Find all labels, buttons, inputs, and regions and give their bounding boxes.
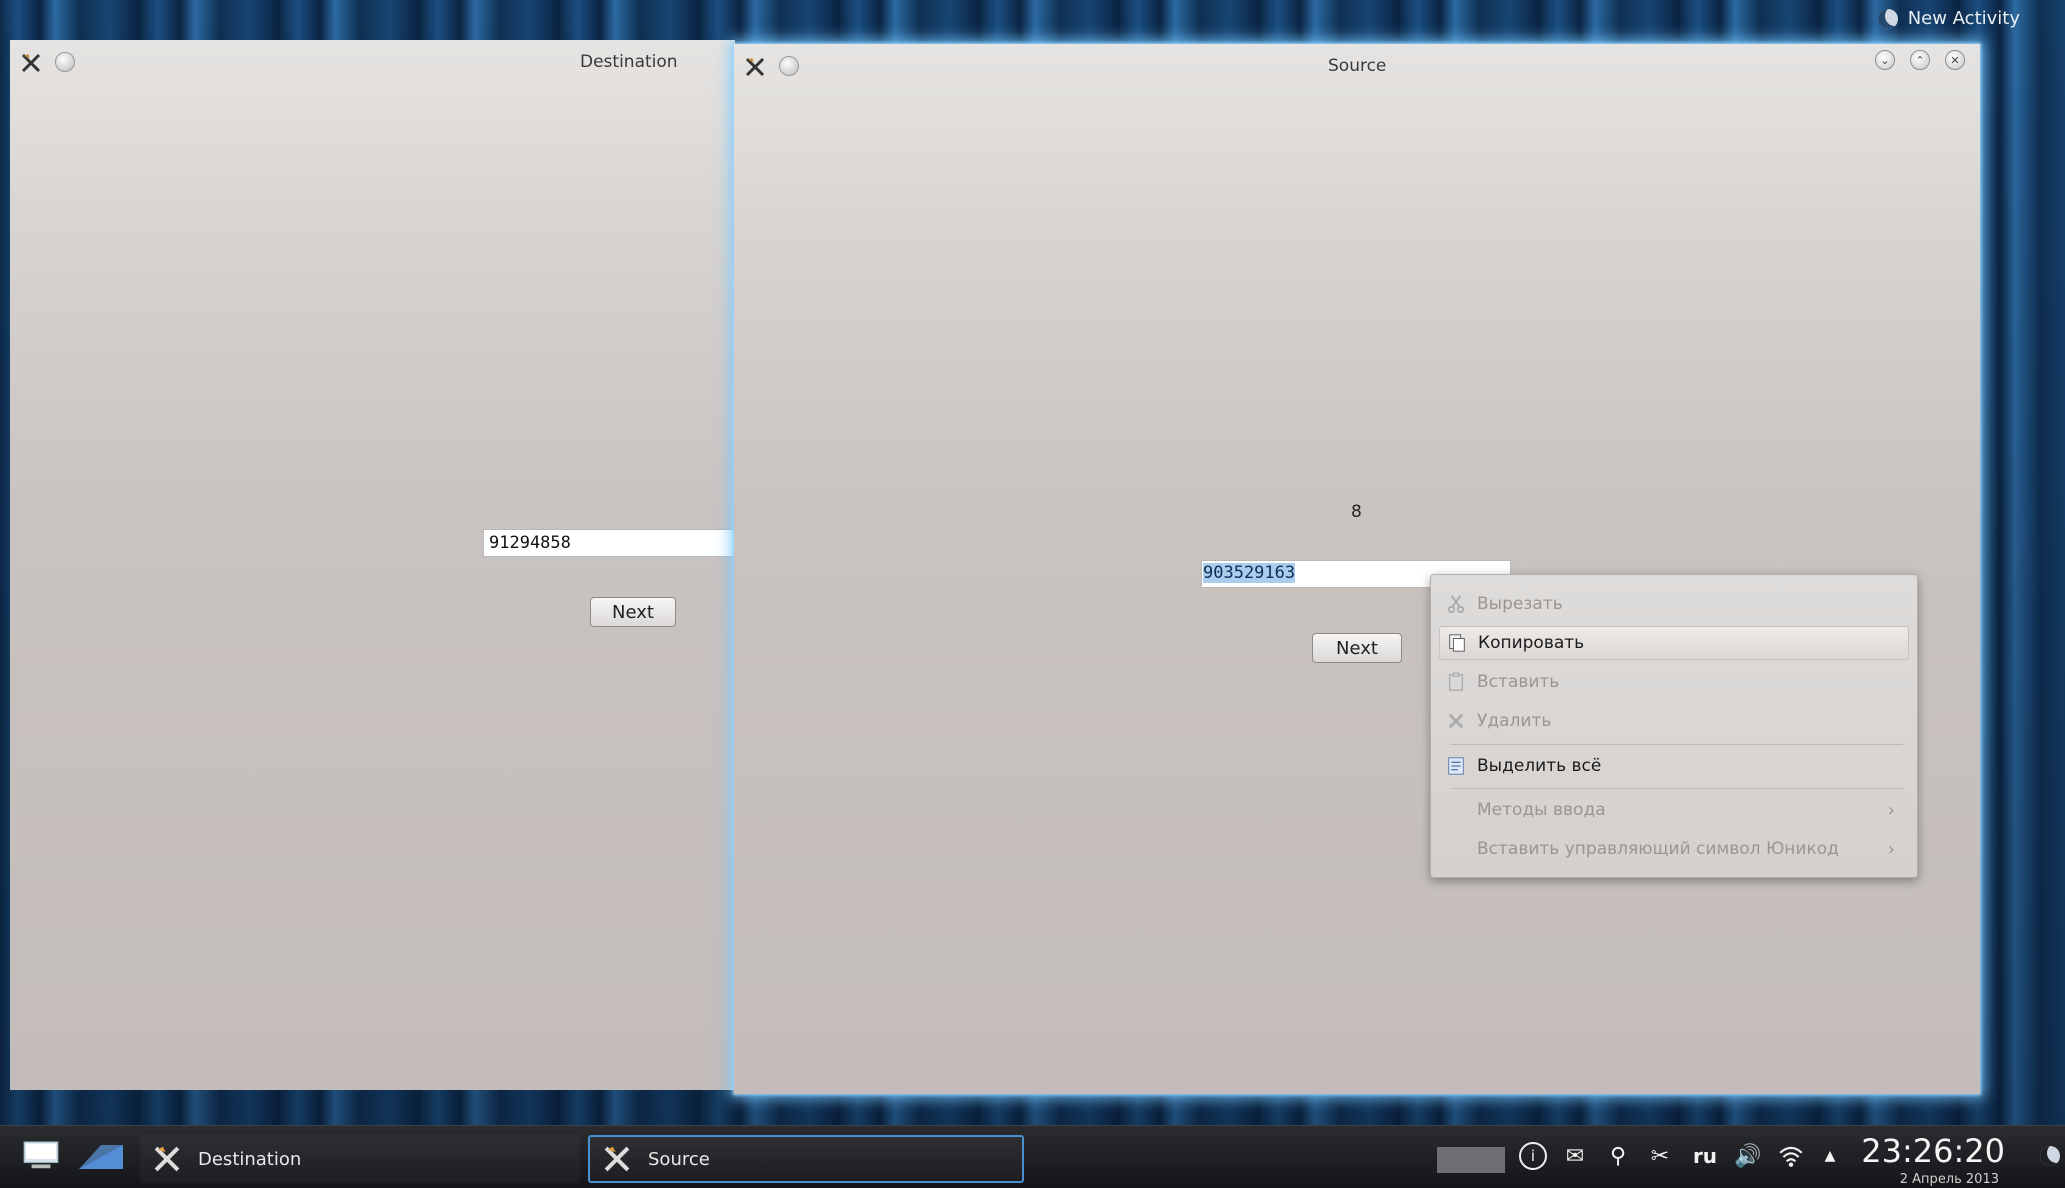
submenu-arrow-icon: › — [1887, 799, 1895, 821]
maximize-button[interactable]: ⌃ — [1910, 50, 1930, 70]
titlebar: Source ⌄ ⌃ ✕ — [734, 44, 1980, 90]
menu-item-paste[interactable]: Вставить — [1439, 665, 1909, 699]
menu-item-copy[interactable]: Копировать — [1439, 626, 1909, 660]
text-field[interactable]: 91294858 — [483, 529, 735, 557]
show-desktop-icon[interactable] — [78, 1140, 124, 1172]
menu-item-label: Выделить всё — [1477, 756, 1602, 776]
task-label: Destination — [198, 1148, 302, 1170]
menu-item-insert-unicode-control[interactable]: Вставить управляющий символ Юникод › — [1439, 832, 1909, 866]
taskbar-task-destination[interactable]: Destination — [140, 1135, 580, 1183]
menu-item-label: Вырезать — [1477, 594, 1563, 614]
menu-item-cut[interactable]: Вырезать — [1439, 587, 1909, 621]
menu-item-input-methods[interactable]: Методы ввода › — [1439, 793, 1909, 827]
application-launcher-icon[interactable] — [18, 1140, 64, 1172]
menu-item-delete[interactable]: Удалить — [1439, 704, 1909, 738]
selected-text: 903529163 — [1203, 563, 1296, 583]
menu-item-label: Вставить управляющий символ Юникод — [1477, 839, 1839, 859]
app-icon[interactable] — [20, 52, 42, 74]
window-title: Source — [1328, 56, 1387, 76]
delete-icon — [1445, 710, 1467, 732]
copy-icon — [1446, 632, 1468, 654]
volume-icon[interactable]: 🔊 — [1730, 1140, 1766, 1172]
network-manager-icon[interactable]: ⚲ — [1603, 1140, 1633, 1172]
new-activity-button[interactable]: New Activity — [1877, 8, 2020, 29]
taskbar-task-source[interactable]: Source — [588, 1135, 1024, 1183]
taskbar: Destination Source i ✉ ⚲ ✂ ru 🔊 ▲ 23:26:… — [0, 1125, 2065, 1188]
clock-date: 2 Апрель 2013 — [1899, 1172, 1999, 1187]
menu-separator — [1451, 744, 1903, 745]
counter-label: 8 — [1351, 502, 1362, 522]
tray-expand-icon[interactable]: ▲ — [1818, 1140, 1842, 1172]
info-label: i — [1519, 1142, 1547, 1170]
destination-window: Destination 91294858 Next — [10, 40, 735, 1090]
titlebar: Destination — [10, 40, 735, 86]
wifi-icon[interactable] — [1776, 1140, 1806, 1172]
minimize-button[interactable]: ⌄ — [1875, 50, 1895, 70]
new-activity-label: New Activity — [1907, 8, 2020, 29]
klipper-scissors-icon[interactable]: ✂ — [1645, 1140, 1675, 1172]
menu-item-label: Копировать — [1478, 633, 1585, 653]
activity-icon — [1877, 8, 1898, 29]
next-button[interactable]: Next — [590, 597, 676, 627]
close-button[interactable]: ✕ — [1945, 50, 1965, 70]
pager-icon[interactable] — [1436, 1140, 1506, 1173]
select-all-icon — [1445, 755, 1467, 777]
clock-time[interactable]: 23:26:20 — [1861, 1132, 2005, 1170]
menu-separator — [1451, 788, 1903, 789]
app-icon — [152, 1144, 182, 1174]
keep-above-button[interactable] — [779, 56, 799, 76]
menu-item-label: Вставить — [1477, 672, 1560, 692]
task-label: Source — [648, 1148, 710, 1170]
submenu-arrow-icon: › — [1887, 838, 1895, 860]
app-icon[interactable] — [744, 56, 766, 78]
menu-item-label: Методы ввода — [1477, 800, 1606, 820]
next-button[interactable]: Next — [1312, 633, 1402, 663]
context-menu: Вырезать Копировать Вставить Удалить Выд… — [1430, 574, 1918, 878]
paste-icon — [1445, 671, 1467, 693]
notifications-icon[interactable]: i — [1518, 1140, 1548, 1172]
mail-icon[interactable]: ✉ — [1560, 1140, 1590, 1172]
plasma-toolbox-icon[interactable] — [2035, 1140, 2065, 1172]
source-window: Source ⌄ ⌃ ✕ 8 903529163 Next — [734, 44, 1980, 1094]
menu-item-label: Удалить — [1477, 711, 1552, 731]
app-icon — [602, 1144, 632, 1174]
keyboard-layout-indicator[interactable]: ru — [1690, 1140, 1720, 1172]
keep-above-button[interactable] — [55, 52, 75, 72]
scissors-icon — [1445, 593, 1467, 615]
window-title: Destination — [580, 52, 678, 72]
menu-item-select-all[interactable]: Выделить всё — [1439, 749, 1909, 783]
